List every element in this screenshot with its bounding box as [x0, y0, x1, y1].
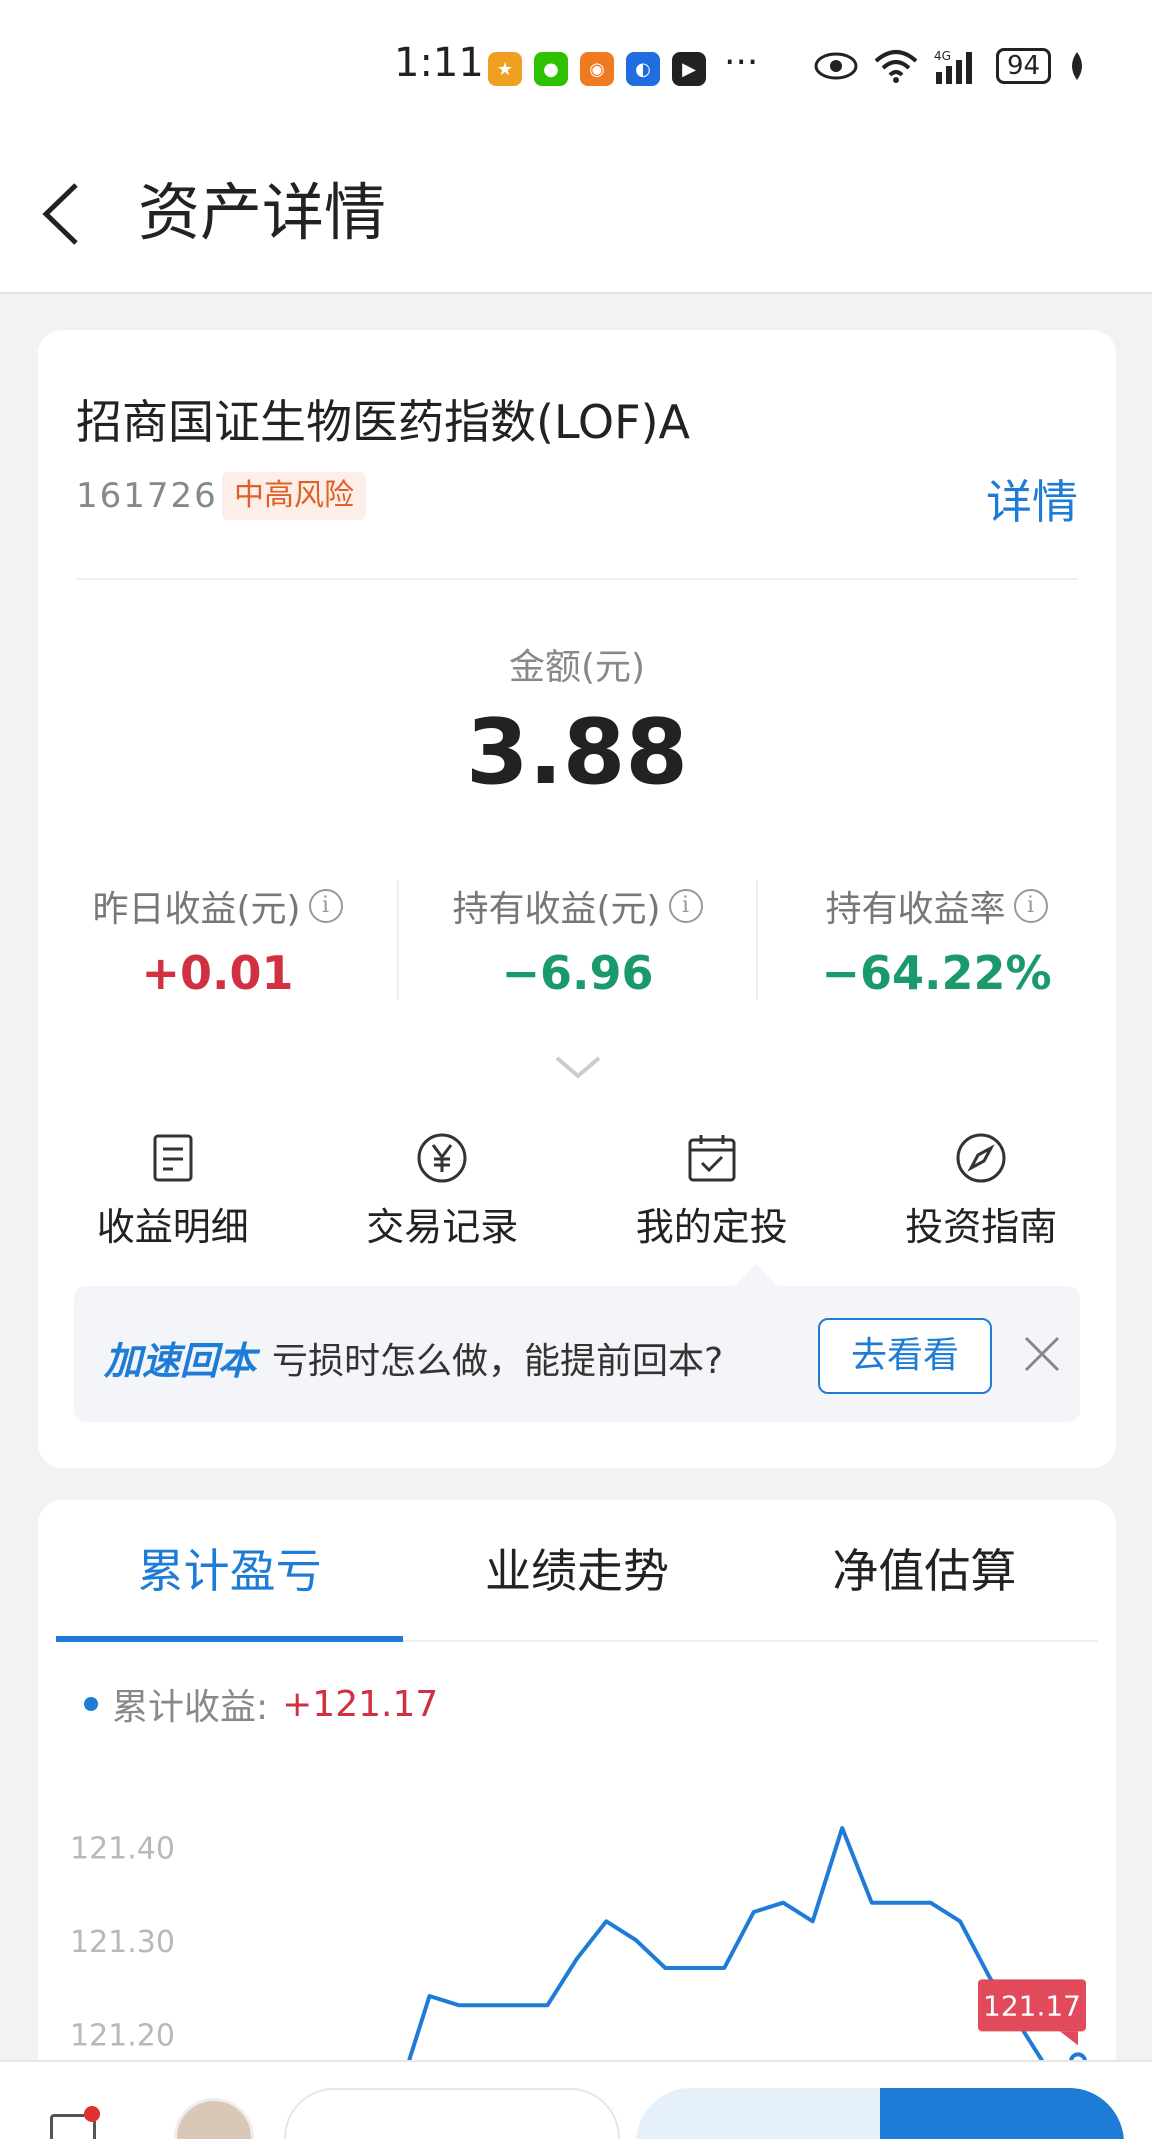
action-profit-detail[interactable]: 收益明细 [38, 1130, 308, 1260]
wechat-icon: ● [534, 52, 568, 86]
close-icon[interactable] [1020, 1332, 1064, 1376]
info-icon[interactable]: i [668, 889, 703, 923]
system-status: 4G 94 [814, 48, 1087, 84]
bottom-action-bar [0, 2060, 1152, 2139]
promo-pointer [734, 1264, 778, 1286]
status-bar: 1:11 ★ ● ◉ ◐ ▶ ··· 4G 94 [0, 0, 1152, 130]
metric-value: +0.01 [141, 946, 294, 1000]
metric-value: −64.22% [821, 946, 1052, 1000]
unread-dot [84, 2106, 100, 2122]
last-value-label: 121.17 [978, 1979, 1086, 2046]
legend-value: +121.17 [282, 1683, 439, 1725]
bulb-icon: ◐ [626, 52, 660, 86]
back-button[interactable] [40, 174, 100, 254]
chevron-down-icon[interactable] [553, 1050, 603, 1086]
action-row: 收益明细 交易记录 我的定投 投资指南 [38, 1130, 1116, 1260]
metric-value: −6.96 [501, 946, 654, 1000]
buy-button[interactable] [880, 2088, 1124, 2139]
calendar-check-icon [688, 1135, 736, 1182]
series-line [398, 1826, 1079, 2090]
metric-holding-profit[interactable]: 持有收益(元) i −6.96 [397, 880, 756, 1000]
metric-label: 昨日收益(元) [92, 889, 301, 930]
metric-label: 持有收益率 [825, 889, 1006, 930]
sell-button[interactable] [636, 2088, 896, 2139]
action-label: 收益明细 [96, 1205, 249, 1249]
action-label: 交易记录 [366, 1205, 519, 1249]
metric-holding-rate[interactable]: 持有收益率 i −64.22% [756, 880, 1115, 1000]
metric-yesterday-profit[interactable]: 昨日收益(元) i +0.01 [38, 880, 397, 1000]
metrics-row: 昨日收益(元) i +0.01 持有收益(元) i −6.96 持有收益率 i −64… [38, 880, 1116, 1000]
svg-text:4G: 4G [934, 49, 951, 63]
advisor-avatar[interactable] [174, 2098, 254, 2139]
legend-label: 累计收益: [112, 1687, 269, 1728]
more-notifications-icon: ··· [724, 42, 759, 83]
fund-name: 招商国证生物医药指数(LOF)A [76, 395, 691, 449]
legend-dot [84, 1697, 98, 1711]
promo-tag: 加速回本 [104, 1339, 257, 1383]
signal-icon: 4G [934, 49, 972, 84]
document-icon [153, 1134, 193, 1182]
detail-link[interactable]: 详情 [986, 466, 1078, 532]
action-label: 投资指南 [905, 1205, 1058, 1249]
chart-tabs: 累计盈亏 业绩走势 净值估算 [56, 1500, 1098, 1642]
battery-indicator: 94 [996, 48, 1052, 84]
tab-performance[interactable]: 业绩走势 [403, 1500, 750, 1640]
page-title: 资产详情 [138, 176, 387, 249]
action-label: 我的定投 [635, 1205, 788, 1249]
compass-icon [956, 1133, 1006, 1183]
profit-chart-card: 累计盈亏 业绩走势 净值估算 累计收益: +121.17 121.40 121.3… [38, 1500, 1116, 2139]
chevron-left-icon [42, 183, 78, 245]
notification-icons: ★ ● ◉ ◐ ▶ [488, 52, 706, 86]
promo-banner: 加速回本 亏损时怎么做，能提前回本? 去看看 [74, 1264, 1080, 1422]
play-icon: ▶ [672, 52, 706, 86]
tab-cumulative-profit[interactable]: 累计盈亏 [56, 1500, 404, 1642]
leaf-icon [1072, 52, 1083, 80]
divider [76, 578, 1078, 580]
fund-summary-card: 招商国证生物医药指数(LOF)A 161726 中高风险 详情 金额(元) 3.… [38, 330, 1116, 1468]
app-orange-icon: ◉ [580, 52, 614, 86]
eye-icon [814, 52, 858, 80]
action-invest-guide[interactable]: 投资指南 [847, 1130, 1117, 1260]
game-app-icon: ★ [488, 52, 522, 86]
y-tick-label: 121.20 [70, 2018, 175, 2053]
promo-text: 亏损时怎么做，能提前回本? [272, 1341, 724, 1382]
action-trade-records[interactable]: 交易记录 [308, 1130, 578, 1260]
bottom-pill-button[interactable] [284, 2088, 620, 2139]
fund-code: 161726 [76, 476, 218, 516]
last-value-text: 121.17 [983, 1989, 1081, 2022]
promo-view-button[interactable]: 去看看 [818, 1318, 992, 1394]
tab-nav-estimate[interactable]: 净值估算 [751, 1500, 1098, 1640]
amount-label: 金额(元) [508, 647, 646, 688]
info-icon[interactable]: i [1013, 889, 1048, 923]
chart-legend: 累计收益: +121.17 [84, 1678, 438, 1730]
action-my-plan[interactable]: 我的定投 [577, 1130, 847, 1260]
wifi-icon [874, 50, 918, 83]
info-icon[interactable]: i [308, 889, 343, 923]
risk-badge: 中高风险 [222, 472, 366, 520]
y-tick-label: 121.40 [70, 1832, 175, 1867]
yen-circle-icon [417, 1133, 467, 1183]
status-time: 1:11 [394, 40, 484, 86]
nav-bar: 资产详情 [0, 130, 1152, 294]
metric-label: 持有收益(元) [452, 889, 661, 930]
y-tick-label: 121.30 [70, 1925, 175, 1960]
last-value-label-pointer [1060, 2031, 1078, 2046]
amount-value: 3.88 [465, 700, 689, 805]
